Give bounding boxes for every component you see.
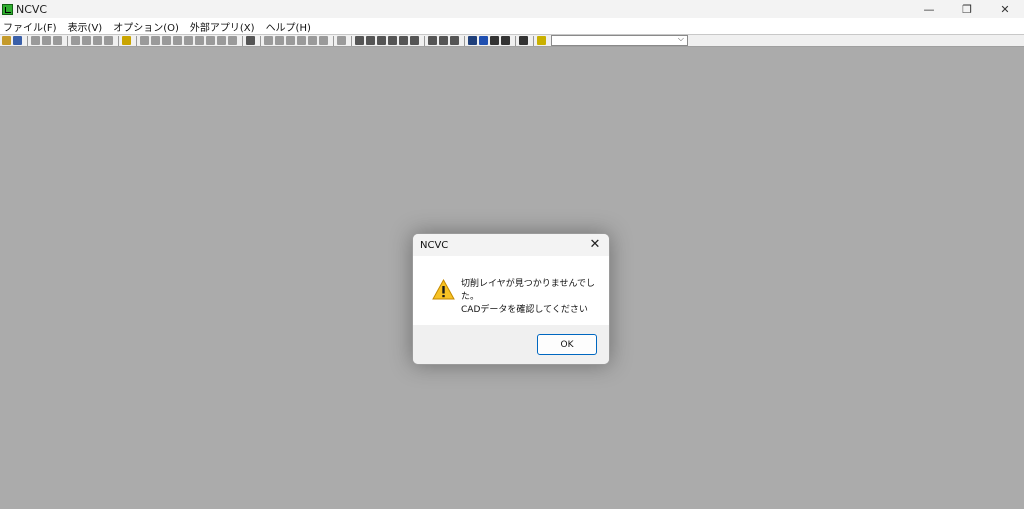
toolbar-separator — [242, 35, 243, 46]
message-dialog: NCVC ✕ 切削レイヤが見つかりませんでした。 CADデータを確認してください… — [412, 233, 610, 365]
dialog-message-line1: 切削レイヤが見つかりませんでした。 — [461, 279, 596, 302]
minimize-button[interactable]: — — [910, 0, 948, 18]
tool-3-icon[interactable] — [286, 36, 295, 45]
dialog-message-line2: CADデータを確認してください — [461, 305, 588, 315]
view-4-icon[interactable] — [173, 36, 182, 45]
copy-icon[interactable] — [42, 36, 51, 45]
toolbar-separator — [515, 35, 516, 46]
tool-6-icon[interactable] — [319, 36, 328, 45]
toolbar-separator — [136, 35, 137, 46]
zoom-in-icon[interactable] — [93, 36, 102, 45]
toolbar-separator — [424, 35, 425, 46]
tool-2-icon[interactable] — [275, 36, 284, 45]
layers-icon[interactable] — [519, 36, 528, 45]
dark-box-2-icon[interactable] — [501, 36, 510, 45]
view-5-icon[interactable] — [184, 36, 193, 45]
close-button[interactable]: ✕ — [986, 0, 1024, 18]
bracket-icon[interactable] — [399, 36, 408, 45]
double-left-icon[interactable] — [377, 36, 386, 45]
dialog-body: 切削レイヤが見つかりませんでした。 CADデータを確認してください — [413, 256, 609, 325]
cross-icon[interactable] — [410, 36, 419, 45]
menu-bar: ファイル(F) 表示(V) オプション(O) 外部アプリ(X) ヘルプ(H) — [0, 18, 1024, 34]
toolbar-separator — [67, 35, 68, 46]
view-3-icon[interactable] — [162, 36, 171, 45]
toolbar-separator — [351, 35, 352, 46]
tool-4-icon[interactable] — [297, 36, 306, 45]
grid-icon[interactable] — [337, 36, 346, 45]
circle-icon[interactable] — [439, 36, 448, 45]
layer-combo[interactable]: ⌵ — [551, 34, 688, 46]
toolbar-separator — [27, 35, 28, 46]
window-title: NCVC — [16, 2, 48, 16]
flag-icon[interactable] — [428, 36, 437, 45]
tool-5-icon[interactable] — [308, 36, 317, 45]
dialog-title: NCVC — [420, 239, 449, 251]
menu-help[interactable]: ヘルプ(H) — [265, 19, 317, 34]
tool-1-icon[interactable] — [264, 36, 273, 45]
dark-box-1-icon[interactable] — [490, 36, 499, 45]
view-1-icon[interactable] — [140, 36, 149, 45]
toolbar-buttons — [2, 35, 548, 46]
hand-icon[interactable] — [195, 36, 204, 45]
window-icon[interactable] — [450, 36, 459, 45]
cut-icon[interactable] — [31, 36, 40, 45]
zoom-icon[interactable] — [82, 36, 91, 45]
title-bar: NCVC — ❐ ✕ — [0, 0, 1024, 18]
ok-button[interactable]: OK — [537, 334, 597, 355]
globe-icon[interactable] — [468, 36, 477, 45]
fast-forward-icon[interactable] — [217, 36, 226, 45]
square-icon[interactable] — [388, 36, 397, 45]
warning-icon — [432, 279, 455, 300]
dialog-message: 切削レイヤが見つかりませんでした。 CADデータを確認してください — [461, 278, 609, 317]
menu-view[interactable]: 表示(V) — [67, 19, 109, 34]
toolbar-separator — [333, 35, 334, 46]
window-controls: — ❐ ✕ — [910, 0, 1024, 18]
menu-external-apps[interactable]: 外部アプリ(X) — [189, 19, 261, 34]
toolbar: ⌵ — [0, 34, 1024, 47]
expand-icon[interactable] — [355, 36, 364, 45]
paste-icon[interactable] — [53, 36, 62, 45]
play-icon[interactable] — [228, 36, 237, 45]
toolbar-separator — [118, 35, 119, 46]
prev-icon[interactable] — [206, 36, 215, 45]
toolbar-separator — [464, 35, 465, 46]
chevron-down-icon[interactable]: ⌵ — [678, 34, 684, 44]
app-icon — [2, 3, 13, 15]
key-icon[interactable] — [122, 36, 131, 45]
blue-box-icon[interactable] — [479, 36, 488, 45]
fit-icon[interactable] — [71, 36, 80, 45]
restore-button[interactable]: ❐ — [948, 0, 986, 18]
menu-file[interactable]: ファイル(F) — [2, 19, 63, 34]
funnel-icon[interactable] — [537, 36, 546, 45]
menu-options[interactable]: オプション(O) — [112, 19, 185, 34]
check-icon[interactable] — [366, 36, 375, 45]
dialog-title-bar: NCVC ✕ — [413, 234, 609, 256]
toolbar-separator — [260, 35, 261, 46]
open-icon[interactable] — [2, 36, 11, 45]
dialog-close-button[interactable]: ✕ — [587, 236, 603, 252]
dialog-footer: OK — [413, 325, 609, 364]
zoom-out-icon[interactable] — [104, 36, 113, 45]
print-icon[interactable] — [246, 36, 255, 45]
save-icon[interactable] — [13, 36, 22, 45]
view-2-icon[interactable] — [151, 36, 160, 45]
toolbar-separator — [533, 35, 534, 46]
